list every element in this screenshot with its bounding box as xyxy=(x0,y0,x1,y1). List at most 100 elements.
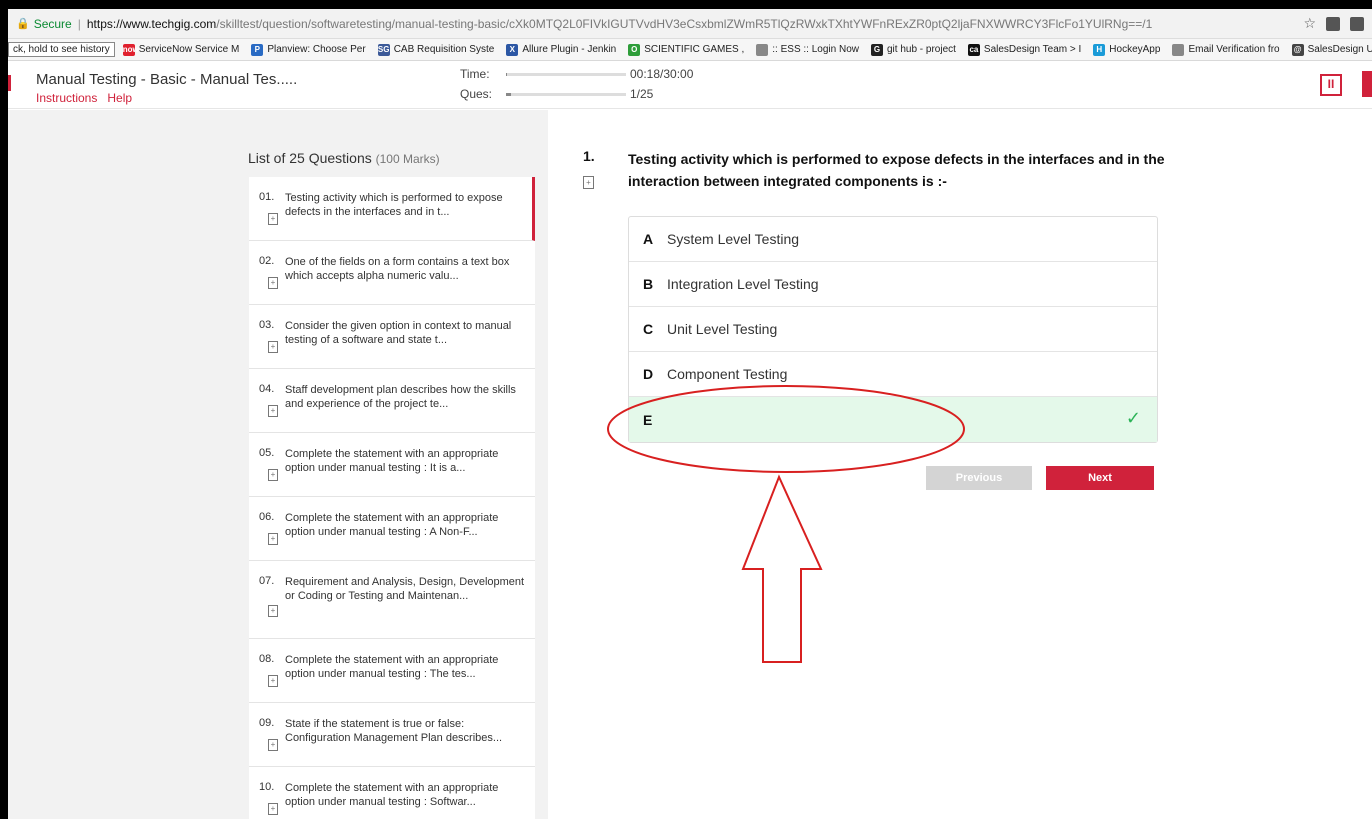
bookmark-icon[interactable]: + xyxy=(268,469,278,481)
history-tooltip: ck, hold to see history xyxy=(8,42,115,57)
screenshot-frame: 🔒 Secure | https://www.techgig.com /skil… xyxy=(0,0,1372,819)
check-icon: ✓ xyxy=(1125,408,1141,428)
option-letter: B xyxy=(643,276,654,292)
submit-button-edge[interactable] xyxy=(1362,71,1372,97)
question-list-text: Complete the statement with an appropria… xyxy=(285,448,499,474)
time-fill xyxy=(506,72,508,76)
question-list: 01. Testing activity which is performed t… xyxy=(249,177,535,819)
answer-option-d[interactable]: D Component Testing xyxy=(629,352,1157,397)
test-title: Manual Testing - Basic - Manual Tes..... xyxy=(36,71,298,88)
bookmark-label: git hub - project xyxy=(886,44,956,55)
bookmark-item[interactable]: now ServiceNow Service M xyxy=(122,43,239,56)
time-value: 00:18/30:00 xyxy=(630,67,694,81)
question-list-item[interactable]: 08. Complete the statement with an approp… xyxy=(249,639,535,703)
option-letter: C xyxy=(643,321,654,337)
bookmark-icon[interactable]: + xyxy=(268,533,278,545)
list-marks: (100 Marks) xyxy=(375,152,440,166)
question-list-text: Consider the given option in context to … xyxy=(285,320,512,346)
toolbar-right: ☆ xyxy=(1303,15,1364,32)
bookmark-label: HockeyApp xyxy=(1109,44,1161,55)
help-link[interactable]: Help xyxy=(107,91,132,105)
question-list-item[interactable]: 05. Complete the statement with an approp… xyxy=(249,433,535,497)
option-text: System Level Testing xyxy=(667,231,800,247)
question-list-item[interactable]: 06. Complete the statement with an approp… xyxy=(249,497,535,561)
bookmark-icon[interactable]: + xyxy=(268,739,278,751)
pause-button[interactable]: II xyxy=(1320,74,1342,96)
next-button[interactable]: Next xyxy=(1046,466,1154,490)
answer-option-e[interactable]: E ✓ xyxy=(629,397,1157,442)
bookmark-favicon-icon xyxy=(756,43,769,56)
bookmark-item[interactable]: Ggit hub - project xyxy=(870,43,956,56)
answer-option-b[interactable]: B Integration Level Testing xyxy=(629,262,1157,307)
question-number: 1. xyxy=(583,148,595,164)
question-text: Testing activity which is performed to e… xyxy=(628,151,1165,189)
question-list-text: Staff development plan describes how the… xyxy=(285,384,516,410)
bookmark-favicon-icon: X xyxy=(506,43,519,56)
bookmark-item[interactable]: ca SalesDesign Team > I xyxy=(967,43,1081,56)
question-list-item[interactable]: 10. Complete the statement with an approp… xyxy=(249,767,535,819)
question-list-text: Complete the statement with an appropria… xyxy=(285,654,499,680)
bookmark-favicon-icon: P xyxy=(251,43,264,56)
bookmark-label: SalesDesign UAT xyxy=(1307,44,1372,55)
secure-label: Secure xyxy=(33,16,72,31)
question-pane: 1. + Testing activity which is performed… xyxy=(548,110,1372,819)
previous-button[interactable]: Previous xyxy=(926,466,1032,490)
question-list-item[interactable]: 01. Testing activity which is performed t… xyxy=(249,177,535,241)
url-path[interactable]: /skilltest/question/softwaretesting/manu… xyxy=(216,17,1152,31)
question-list-text: Testing activity which is performed to e… xyxy=(285,192,503,218)
bookmark-icon[interactable]: + xyxy=(268,675,278,687)
option-text: Unit Level Testing xyxy=(667,321,778,337)
bookmark-label: CAB Requisition Syste xyxy=(393,44,495,55)
bookmarks-bar: ck, hold to see history now ServiceNow Se… xyxy=(8,39,1372,61)
question-list-item[interactable]: 04. Staff development plan describes how … xyxy=(249,369,535,433)
time-label: Time: xyxy=(460,67,490,81)
question-list-item[interactable]: 02. One of the fields on a form contains … xyxy=(249,241,535,305)
bookmark-item[interactable]: SG CAB Requisition Syste xyxy=(377,43,495,56)
browser-window: 🔒 Secure | https://www.techgig.com /skil… xyxy=(8,9,1372,819)
bookmark-item[interactable]: O SCIENTIFIC GAMES , xyxy=(628,43,744,56)
bookmark-icon[interactable]: + xyxy=(268,341,278,353)
question-list-item[interactable]: 07. Requirement and Analysis, Design, Dev… xyxy=(249,561,535,639)
list-title: List of 25 Questions (100 Marks) xyxy=(248,150,440,166)
bookmark-icon[interactable]: + xyxy=(268,803,278,815)
bookmark-favicon-icon: now xyxy=(122,43,139,56)
extension-icon[interactable] xyxy=(1326,16,1340,31)
ques-progress: Ques: 1/25 xyxy=(460,87,653,101)
question-list-item[interactable]: 03. Consider the given option in context … xyxy=(249,305,535,369)
bookmark-icon[interactable]: + xyxy=(268,605,278,617)
address-bar[interactable]: 🔒 Secure | https://www.techgig.com /skil… xyxy=(8,9,1372,39)
bookmark-label: Planview: Choose Per xyxy=(267,44,366,55)
answer-options: A System Level Testing B Integration Level … xyxy=(628,216,1158,443)
star-icon[interactable]: ☆ xyxy=(1303,15,1316,32)
url-host[interactable]: https://www.techgig.com xyxy=(87,17,216,31)
bookmark-item[interactable]: X Allure Plugin - Jenkin xyxy=(506,43,616,56)
bookmark-item[interactable]: @SalesDesign UAT xyxy=(1291,43,1372,56)
bookmark-favicon-icon: SG xyxy=(377,43,390,56)
bookmark-item[interactable]: P Planview: Choose Per xyxy=(251,43,366,56)
bookmark-icon[interactable]: + xyxy=(583,176,594,189)
answer-option-c[interactable]: C Unit Level Testing xyxy=(629,307,1157,352)
bookmark-icon[interactable]: + xyxy=(268,277,278,289)
bookmark-item[interactable]: H HockeyApp xyxy=(1093,43,1161,56)
bookmark-favicon-icon: ca xyxy=(967,43,980,56)
bookmark-item[interactable]: :: ESS :: Login Now xyxy=(756,43,859,56)
brand-edge xyxy=(8,75,11,91)
header-links: Instructions Help xyxy=(36,91,132,105)
question-list-text: Complete the statement with an appropria… xyxy=(285,512,499,538)
main-area: List of 25 Questions (100 Marks) 01. Test… xyxy=(8,110,1372,819)
bookmark-icon[interactable]: + xyxy=(268,405,278,417)
extension-icon-2[interactable] xyxy=(1350,16,1364,31)
bookmark-favicon-icon: @ xyxy=(1291,43,1304,56)
bookmark-list: now ServiceNow Service M P Planview: Choose… xyxy=(122,43,1372,56)
bookmark-favicon-icon: G xyxy=(870,43,883,56)
bookmark-icon[interactable]: + xyxy=(268,213,278,225)
option-letter: E xyxy=(643,411,653,428)
time-progress: Time: 00:18/30:00 xyxy=(460,67,693,81)
bookmark-item[interactable]: Email Verification fro xyxy=(1172,43,1280,56)
ques-fill xyxy=(506,92,511,96)
option-letter: A xyxy=(643,231,654,247)
instructions-link[interactable]: Instructions xyxy=(36,91,97,105)
question-list-item[interactable]: 09. State if the statement is true or fal… xyxy=(249,703,535,767)
answer-option-a[interactable]: A System Level Testing xyxy=(629,217,1157,262)
ques-track xyxy=(506,92,626,96)
